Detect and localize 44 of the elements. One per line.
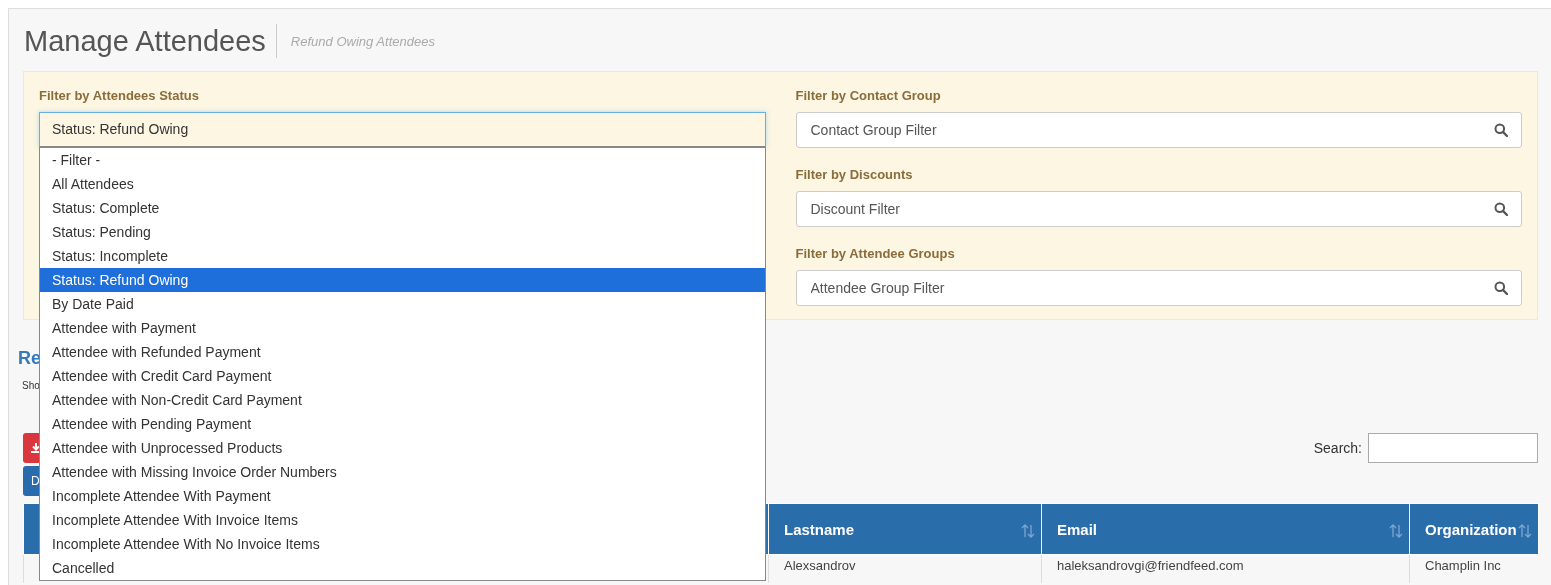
dropdown-option[interactable]: Cancelled [40, 556, 765, 580]
page-subtitle: Refund Owing Attendees [290, 33, 435, 49]
search-field[interactable]: Contact Group Filter [795, 112, 1522, 148]
search-icon [1494, 123, 1508, 137]
dropdown-option[interactable]: Attendee with Payment [40, 316, 765, 340]
results-heading: Re [18, 348, 41, 370]
dropdown-option[interactable]: Status: Refund Owing [40, 268, 765, 292]
table-cell: haleksandrovgi@friendfeed.com [1057, 558, 1244, 573]
sort-icon [1021, 524, 1035, 538]
dropdown-option[interactable]: Attendee with Non-Credit Card Payment [40, 388, 765, 412]
search-icon [1494, 281, 1508, 295]
dropdown-option[interactable]: Status: Complete [40, 196, 765, 220]
sort-icon [1389, 524, 1403, 538]
dropdown-option[interactable]: Status: Incomplete [40, 244, 765, 268]
column-header[interactable]: Lastname [768, 503, 1042, 555]
dropdown-option[interactable]: Incomplete Attendee With No Invoice Items [40, 532, 765, 556]
dropdown-option[interactable]: Attendee with Unprocessed Products [40, 436, 765, 460]
search-icon [1494, 202, 1508, 216]
status-select[interactable]: Status: Refund Owing [39, 112, 766, 147]
search-field[interactable]: Attendee Group Filter [795, 270, 1522, 306]
dropdown-option[interactable]: Attendee with Credit Card Payment [40, 364, 765, 388]
search-field[interactable]: Discount Filter [795, 191, 1522, 227]
filter-label: Filter by Contact Group [795, 88, 942, 104]
filter-label: Filter by Attendee Groups [795, 246, 956, 262]
dropdown-option[interactable]: Attendee with Missing Invoice Order Numbers [40, 460, 765, 484]
filter-label: Filter by Attendees Status [39, 88, 200, 104]
column-header[interactable]: Email [1041, 503, 1410, 555]
sort-icon [1518, 524, 1532, 538]
table-cell: Champlin Inc [1425, 558, 1501, 573]
dropdown-option[interactable]: - Filter - [40, 148, 765, 172]
dropdown-option[interactable]: Attendee with Pending Payment [40, 412, 765, 436]
dropdown-option[interactable]: Incomplete Attendee With Payment [40, 484, 765, 508]
column-header[interactable]: Organization [1409, 503, 1539, 555]
table-cell: Alexsandrov [784, 558, 856, 573]
dropdown-option[interactable]: Status: Pending [40, 220, 765, 244]
dropdown-option[interactable]: Incomplete Attendee With Invoice Items [40, 508, 765, 532]
show-entries-text: Sho [22, 380, 40, 393]
search-label: Search: [1313, 440, 1362, 456]
filter-label: Filter by Discounts [795, 167, 914, 183]
page-title: Manage Attendees [23, 24, 277, 58]
search-input[interactable] [1368, 433, 1538, 463]
dropdown-option[interactable]: Attendee with Refunded Payment [40, 340, 765, 364]
dropdown-option[interactable]: By Date Paid [40, 292, 765, 316]
dropdown-option[interactable]: All Attendees [40, 172, 765, 196]
